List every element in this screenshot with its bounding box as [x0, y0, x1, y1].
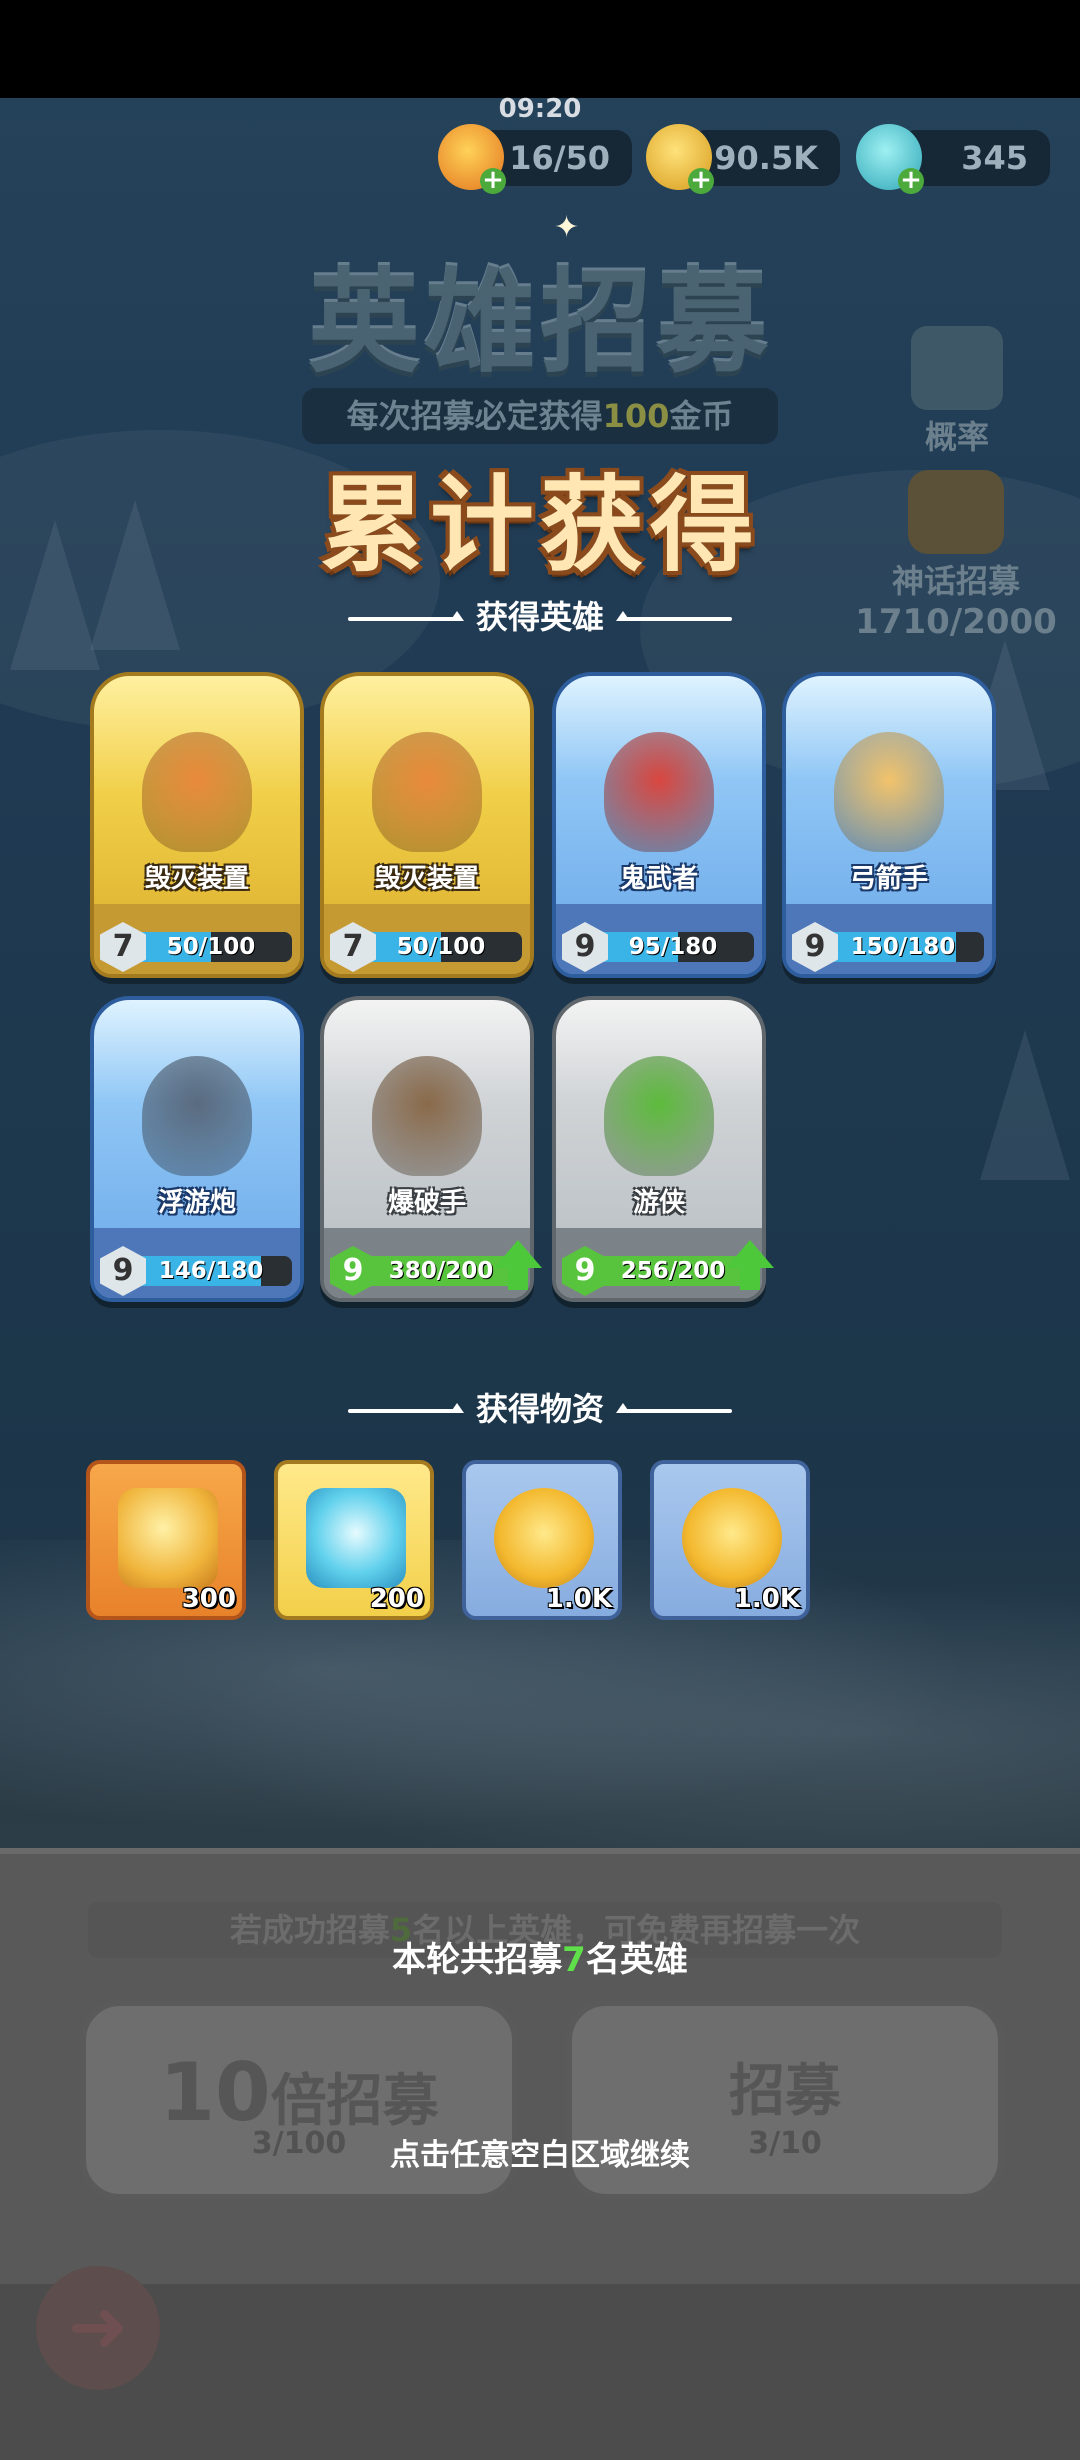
hero-card[interactable]: 鬼武者 95/180 9	[552, 672, 766, 978]
pine-tree	[980, 1030, 1070, 1180]
hero-card[interactable]: 毁灭装置 50/100 7	[320, 672, 534, 978]
hero-portrait	[142, 1056, 252, 1176]
item-quantity: 300	[181, 1584, 236, 1614]
upgrade-arrow-icon[interactable]	[494, 1240, 542, 1290]
gold-coin-icon: +	[646, 124, 714, 194]
status-bar	[0, 0, 1080, 98]
hero-progress-text: 50/100	[166, 934, 256, 960]
hero-card[interactable]: 弓箭手 150/180 9	[782, 672, 996, 978]
hero-progress-bar: 146/180	[130, 1256, 292, 1286]
back-arrow-icon: ➜	[67, 2284, 129, 2368]
hero-progress-text: 50/100	[396, 934, 486, 960]
hero-progress-bar: 50/100	[360, 932, 522, 962]
hero-portrait	[604, 1056, 714, 1176]
hero-card[interactable]: 浮游炮 146/180 9	[90, 996, 304, 1302]
clock: 09:20	[498, 94, 582, 124]
add-energy-icon[interactable]: +	[480, 167, 506, 194]
item-quantity: 1.0K	[733, 1584, 800, 1614]
divider	[616, 1403, 732, 1413]
hero-portrait	[372, 1056, 482, 1176]
divider	[347, 1403, 464, 1413]
upgrade-arrow-icon[interactable]	[726, 1240, 774, 1290]
hero-name: 浮游炮	[157, 1188, 236, 1218]
hero-name: 弓箭手	[849, 864, 928, 894]
hero-portrait	[142, 732, 252, 852]
hero-name: 毁灭装置	[144, 864, 249, 894]
hero-name: 爆破手	[387, 1188, 466, 1218]
gold-coin-icon	[682, 1488, 782, 1588]
document-icon	[911, 326, 1003, 410]
hero-progress-text: 150/180	[850, 934, 956, 960]
item-quantity: 200	[369, 1584, 424, 1614]
continue-hint[interactable]: 点击任意空白区域继续	[0, 2130, 1080, 2174]
hero-portrait	[834, 732, 944, 852]
rate-button[interactable]: 概率	[902, 326, 1012, 458]
hero-portrait	[604, 732, 714, 852]
result-heading: 累计获得	[319, 464, 760, 586]
blue-crystal-icon	[306, 1488, 406, 1588]
item-quantity: 1.0K	[545, 1584, 612, 1614]
hero-name: 游侠	[632, 1188, 685, 1218]
divider	[616, 611, 732, 621]
hero-progress-text: 95/180	[628, 934, 718, 960]
hero-name: 鬼武者	[619, 864, 698, 894]
hero-card[interactable]: 毁灭装置 50/100 7	[90, 672, 304, 978]
reward-item[interactable]: 300	[86, 1460, 246, 1620]
snow-crystal-icon: +	[856, 124, 924, 194]
banner-subtitle: 每次招募必定获得100金币	[302, 388, 778, 444]
hero-card[interactable]: 游侠 256/200 9	[552, 996, 774, 1302]
gold-coin-icon	[494, 1488, 594, 1588]
recruit-result-screen[interactable]: 09:20 16/50 + 90.5K + 345 + ✦ 英雄招募 每次招募必…	[0, 0, 1080, 2460]
items-section-label: 获得物资	[0, 1384, 1080, 1430]
back-arrow-button[interactable]: ➜	[36, 2266, 160, 2390]
hero-name: 毁灭装置	[374, 864, 479, 894]
add-crystals-icon[interactable]: +	[898, 167, 924, 194]
gold-crystal-icon	[118, 1488, 218, 1588]
recruit-summary: 本轮共招募7名英雄	[392, 1940, 688, 1980]
hero-progress-bar: 50/100	[130, 932, 292, 962]
heroes-section-label: 获得英雄	[0, 592, 1080, 638]
hero-card[interactable]: 爆破手 380/200 9	[320, 996, 542, 1302]
recruit-label: 招募	[729, 2059, 841, 2124]
flame-energy-icon: +	[438, 124, 506, 194]
add-coins-icon[interactable]: +	[688, 167, 714, 194]
hero-progress-text: 146/180	[158, 1258, 264, 1284]
hero-progress-bar: 95/180	[592, 932, 754, 962]
divider	[347, 611, 464, 621]
reward-item[interactable]: 1.0K	[462, 1460, 622, 1620]
reward-item[interactable]: 200	[274, 1460, 434, 1620]
hero-progress-bar: 150/180	[822, 932, 984, 962]
reward-item[interactable]: 1.0K	[650, 1460, 810, 1620]
hero-portrait	[372, 732, 482, 852]
